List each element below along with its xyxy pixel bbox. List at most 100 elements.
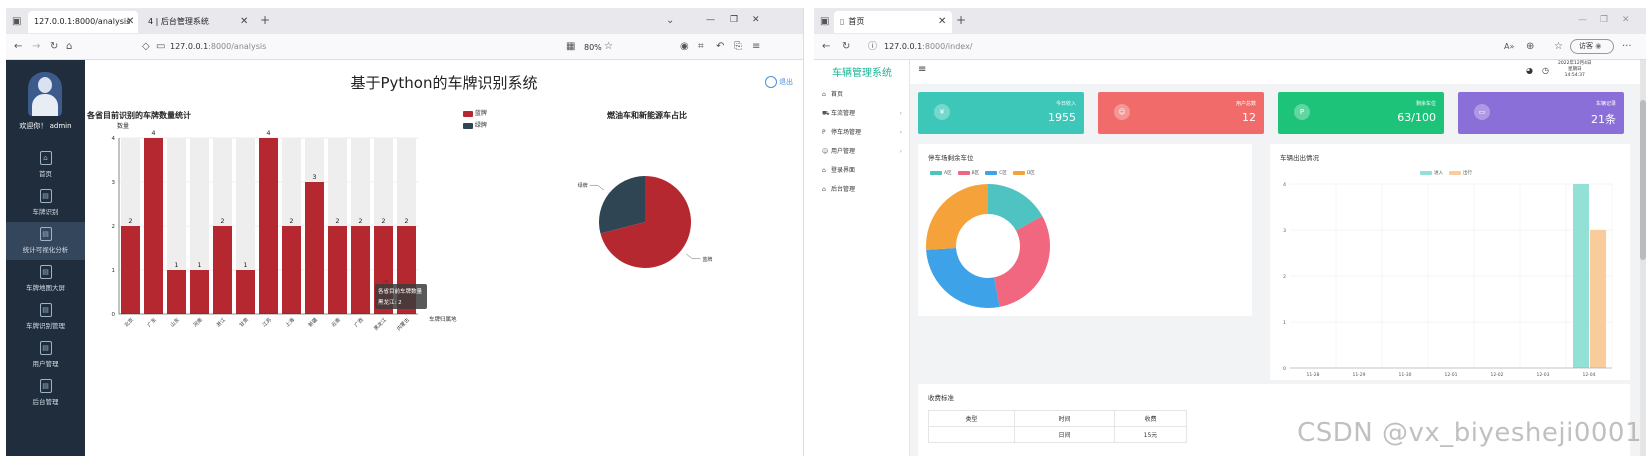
bar[interactable]	[1590, 230, 1606, 368]
x-tick-label: 浙江	[215, 316, 227, 328]
pie-slice[interactable]	[926, 248, 1000, 308]
tab-home[interactable]: ▯ 首页 ✕	[834, 11, 952, 33]
zoom-icon[interactable]: ⊕	[1526, 41, 1534, 53]
profile-button[interactable]: 访客 ◉	[1570, 39, 1614, 54]
home-icon[interactable]: ⌂	[66, 41, 72, 53]
restore-icon[interactable]: ❐	[730, 15, 738, 25]
sidebar-item-home[interactable]: ⌂ 首页	[6, 146, 85, 184]
bookmark-star-icon[interactable]: ☆	[604, 41, 613, 53]
restore-icon[interactable]: ❐	[1600, 15, 1608, 25]
sidebar-item-plate-management[interactable]: ▤ 车牌识别管理	[6, 298, 85, 336]
url-path: :8000/index/	[922, 42, 973, 51]
skin-icon[interactable]: ◕	[1526, 66, 1533, 75]
hamburger-menu-icon[interactable]: ≡	[918, 64, 926, 75]
yen-icon: ¥	[934, 104, 950, 120]
tab-label: 首页	[848, 17, 865, 26]
bar[interactable]	[351, 226, 370, 314]
bar[interactable]	[328, 226, 347, 314]
stat-value: 63/100	[1397, 111, 1436, 124]
y-tick-label: 4	[1283, 182, 1286, 188]
account-icon[interactable]: ◉	[680, 41, 689, 53]
bar[interactable]	[167, 270, 186, 314]
new-tab-icon[interactable]: +	[956, 14, 966, 26]
close-window-icon[interactable]: ✕	[1622, 15, 1630, 25]
read-aloud-icon[interactable]: A»	[1504, 41, 1514, 53]
system-title: 基于Python的车牌识别系统	[350, 74, 538, 92]
favorites-icon[interactable]: ☆	[1554, 41, 1563, 53]
bar[interactable]	[259, 138, 278, 314]
document-icon: ▤	[39, 265, 52, 279]
sidebar-item-label: 用户管理	[831, 148, 856, 155]
back-icon[interactable]: ←	[14, 41, 22, 53]
close-window-icon[interactable]: ✕	[752, 15, 760, 25]
new-tab-icon[interactable]: +	[260, 14, 270, 26]
pie-slice[interactable]	[926, 184, 988, 250]
time-text: 14:54:37	[1564, 73, 1585, 78]
logout-button[interactable]: 退出	[765, 76, 793, 88]
stat-card[interactable]: ☺ 用户总数 12	[1098, 92, 1264, 134]
bar-value-label: 2	[289, 217, 293, 225]
extensions-icon[interactable]: ⎘	[734, 41, 742, 53]
more-icon[interactable]: ···	[1622, 41, 1632, 53]
minimize-icon[interactable]: —	[1578, 15, 1587, 25]
undo-icon[interactable]: ↶	[716, 41, 724, 53]
table-cell: 日间	[1014, 426, 1115, 443]
tab-list-icon[interactable]: ▣	[820, 16, 829, 28]
bar[interactable]	[1573, 184, 1589, 368]
car-icon: ⛟	[822, 110, 830, 117]
bar[interactable]	[144, 138, 163, 314]
bar[interactable]	[121, 226, 140, 314]
scrollbar[interactable]	[1640, 60, 1646, 456]
sidebar-item-map-screen[interactable]: ▤ 车牌地图大屏	[6, 260, 85, 298]
bar[interactable]	[305, 182, 324, 314]
legend-swatch-green-plate	[463, 122, 473, 129]
bar-value-label: 4	[266, 129, 270, 137]
bar[interactable]	[282, 226, 301, 314]
sidebar-item-statistics[interactable]: ▤ 统计可视化分析	[6, 222, 85, 260]
address-bar[interactable]: 127.0.0.1:8000/index/	[884, 40, 973, 54]
profile-label: 访客	[1579, 42, 1593, 50]
label-leader-line	[685, 253, 701, 260]
stat-card[interactable]: ▭ 车辆记录 21条	[1458, 92, 1624, 134]
minimize-icon[interactable]: —	[706, 15, 715, 25]
pie-slice[interactable]	[993, 216, 1050, 307]
sidebar-item[interactable]: ☺ 用户管理 ›	[822, 143, 902, 161]
bar[interactable]	[213, 226, 232, 314]
shield-icon: ◇	[142, 41, 150, 52]
bar[interactable]	[236, 270, 255, 314]
forward-icon[interactable]: →	[32, 41, 40, 53]
close-tab-icon[interactable]: ✕	[240, 11, 248, 33]
sidebar-item[interactable]: ⌂ 首页	[822, 86, 902, 104]
back-icon[interactable]: ←	[822, 41, 830, 53]
zoom-level[interactable]: 80%	[584, 41, 602, 55]
screenshot-icon[interactable]: ⌗	[698, 41, 704, 53]
sidebar-item[interactable]: ⌂ 登录界面	[822, 162, 902, 180]
sidebar-item-plate-recognition[interactable]: ▤ 车牌识别	[6, 184, 85, 222]
tab-list-icon[interactable]: ▣	[12, 16, 21, 28]
menu-icon[interactable]: ≡	[752, 41, 760, 53]
x-tick-label: 黑龙江	[372, 316, 388, 332]
sidebar-item-users[interactable]: ▤ 用户管理	[6, 336, 85, 374]
sidebar-item[interactable]: P 停车场管理 ›	[822, 124, 902, 142]
address-bar[interactable]: 127.0.0.1:8000/analysis	[170, 40, 266, 54]
sidebar-item[interactable]: ⛟车流管理 ›	[822, 105, 902, 123]
user-icon: ☺	[1114, 104, 1130, 120]
qr-code-icon[interactable]: ▦	[566, 41, 575, 53]
sidebar-item[interactable]: ⌂ 后台管理	[822, 181, 902, 199]
tab-admin[interactable]: 4 | 后台管理系统 ✕	[142, 11, 252, 33]
reload-icon[interactable]: ↻	[50, 41, 58, 53]
close-tab-icon[interactable]: ✕	[938, 11, 946, 33]
reload-icon[interactable]: ↻	[842, 41, 850, 53]
bar-value-label: 2	[128, 217, 132, 225]
bar[interactable]	[190, 270, 209, 314]
close-tab-icon[interactable]: ✕	[126, 11, 134, 33]
clock-icon: ◷	[1542, 66, 1549, 75]
x-tick-label: 江苏	[261, 316, 273, 328]
stat-card[interactable]: ¥ 今日收入 1955	[918, 92, 1084, 134]
legend-swatch	[930, 170, 942, 175]
chevron-down-icon[interactable]: ⌄	[666, 15, 674, 27]
sidebar-item-admin[interactable]: ▤ 后台管理	[6, 374, 85, 412]
stat-card[interactable]: P 剩余车位 63/100	[1278, 92, 1444, 134]
tab-analysis[interactable]: 127.0.0.1:8000/analysis ✕	[28, 11, 138, 33]
url-host: 127.0.0.1	[170, 42, 209, 51]
